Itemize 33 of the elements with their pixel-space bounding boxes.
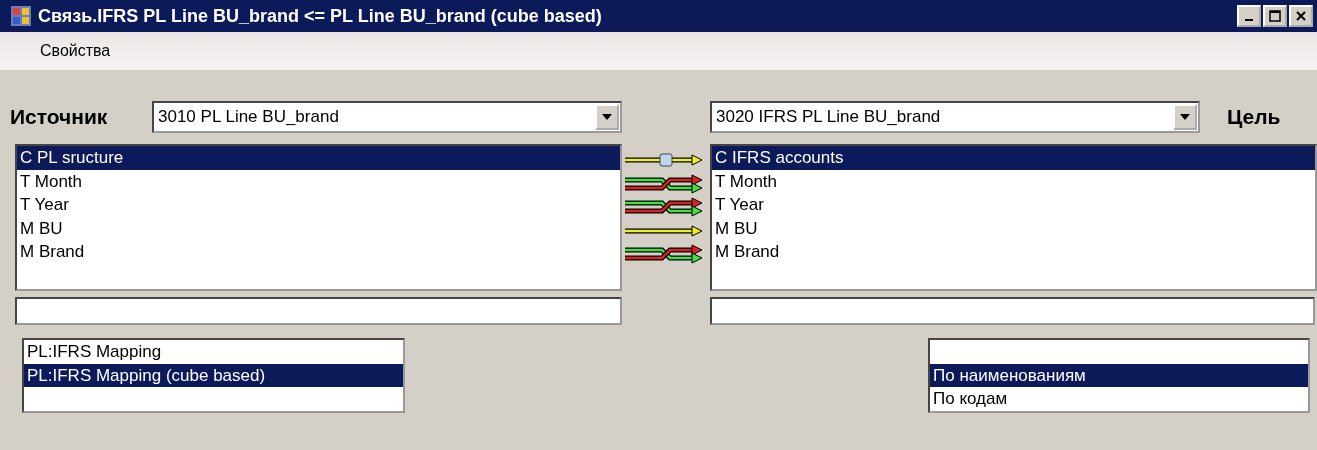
target-combo[interactable]: 3020 IFRS PL Line BU_brand bbox=[710, 101, 1200, 133]
list-item[interactable]: C IFRS accounts bbox=[712, 146, 1315, 170]
minimize-icon bbox=[1245, 19, 1253, 21]
list-item[interactable]: PL:IFRS Mapping bbox=[24, 340, 403, 364]
app-icon bbox=[10, 5, 32, 27]
dropdown-arrow-icon bbox=[1179, 113, 1191, 121]
maximize-icon bbox=[1269, 10, 1281, 22]
list-item[interactable]: M BU bbox=[17, 216, 620, 240]
list-item[interactable]: По наименованиям bbox=[930, 363, 1308, 387]
list-item[interactable]: M Brand bbox=[17, 240, 620, 264]
target-label: Цель bbox=[1227, 105, 1281, 129]
list-item[interactable]: M Brand bbox=[712, 240, 1315, 264]
close-button[interactable] bbox=[1289, 5, 1313, 27]
dropdown-arrow-icon bbox=[601, 113, 613, 121]
dropdown-button[interactable] bbox=[595, 104, 619, 130]
list-item[interactable]: T Year bbox=[712, 193, 1315, 217]
list-item[interactable]: M BU bbox=[712, 216, 1315, 240]
input-field[interactable] bbox=[710, 297, 1315, 325]
source-label: Источник bbox=[10, 105, 109, 129]
minimize-button[interactable] bbox=[1237, 5, 1261, 27]
menu-item[interactable]: Свойства bbox=[28, 38, 123, 64]
list-item[interactable]: PL:IFRS Mapping (cube based) bbox=[24, 363, 403, 387]
dropdown-button[interactable] bbox=[1173, 104, 1197, 130]
list-item[interactable]: T Month bbox=[17, 169, 620, 193]
list-item[interactable]: T Month bbox=[712, 169, 1315, 193]
list-item[interactable]: По кодам bbox=[930, 387, 1308, 411]
maximize-button[interactable] bbox=[1263, 5, 1287, 27]
source-combo[interactable]: 3010 PL Line BU_brand bbox=[152, 101, 622, 133]
close-icon bbox=[1295, 10, 1307, 22]
list-item[interactable]: C PL sructure bbox=[17, 146, 620, 170]
list-item[interactable]: T Year bbox=[17, 193, 620, 217]
input-field[interactable] bbox=[15, 297, 622, 325]
window-title: Связь.IFRS PL Line BU_brand <= PL Line BU_brand (cube based) bbox=[38, 5, 603, 27]
